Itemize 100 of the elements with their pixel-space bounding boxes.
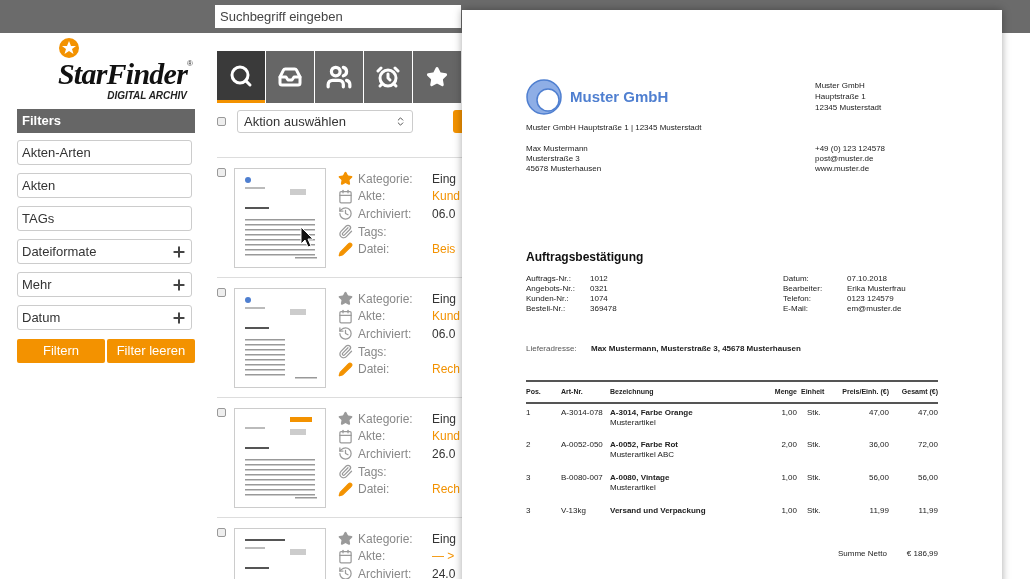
info-label: Bearbeiter: xyxy=(783,284,824,294)
info-label: Datum: xyxy=(783,274,810,284)
recipient-address-line: Musterstraße 3 xyxy=(526,154,581,164)
action-select[interactable]: Aktion auswählen xyxy=(237,110,413,133)
clock-icon xyxy=(338,446,353,462)
contact-line: www.muster.de xyxy=(815,164,871,174)
field-label: Kategorie: xyxy=(358,410,414,428)
item-name: A-0052, Farbe Rot xyxy=(610,440,680,450)
sender-address-line: Muster GmbH xyxy=(815,80,866,91)
table-cell: 2 xyxy=(526,436,561,469)
field-label: Akte: xyxy=(358,548,387,566)
table-cell: Stk. xyxy=(797,469,830,502)
table-cell-text: 2,00 xyxy=(780,439,797,451)
table-cell-text: 1,00 xyxy=(780,472,797,484)
filter-item[interactable]: Akten-Arten xyxy=(17,140,192,165)
table-cell-text: 36,00 xyxy=(867,439,889,451)
field-label: Datei: xyxy=(358,361,391,379)
plus-icon xyxy=(171,309,187,326)
registered-mark: ® xyxy=(187,58,193,68)
select-arrows-icon xyxy=(395,116,406,127)
field-value: Eing xyxy=(432,290,457,308)
field-label: Archiviert: xyxy=(358,566,413,579)
document-thumbnail[interactable] xyxy=(234,168,326,268)
document-title: Auftragsbestätigung xyxy=(526,250,645,264)
info-label: Kunden-Nr.: xyxy=(526,294,570,304)
star-icon xyxy=(338,171,353,187)
filter-item[interactable]: Dateiformate xyxy=(17,239,192,264)
table-cell: Stk. xyxy=(797,502,830,535)
pencil-icon xyxy=(338,481,353,497)
field-label: Kategorie: xyxy=(358,530,414,548)
field-link[interactable]: — > xyxy=(432,547,455,566)
row-checkbox[interactable] xyxy=(217,168,226,177)
document-thumbnail[interactable] xyxy=(234,408,326,508)
row-checkbox[interactable] xyxy=(217,528,226,537)
filter-button[interactable]: Filter leeren xyxy=(107,339,195,363)
field-value: Eing xyxy=(432,170,457,188)
field-value: 06.0 xyxy=(432,326,456,343)
field-link[interactable]: Kund xyxy=(432,307,461,326)
table-cell: 3 xyxy=(526,469,561,502)
users-icon xyxy=(326,64,352,90)
field-label: Tags: xyxy=(358,463,388,481)
filter-item[interactable]: Mehr xyxy=(17,272,192,297)
toolbar-tab[interactable] xyxy=(315,51,363,103)
table-cell: 72,00 xyxy=(889,436,938,469)
field-label: Akte: xyxy=(358,308,387,326)
item-name: A-0080, Vintage xyxy=(610,473,671,483)
filter-item[interactable]: TAGs xyxy=(17,206,192,231)
plus-icon xyxy=(171,243,187,260)
delivery-label: Lieferadresse: xyxy=(526,344,578,354)
clock-icon xyxy=(338,206,353,222)
row-checkbox[interactable] xyxy=(217,408,226,417)
star-icon xyxy=(338,411,353,427)
filter-button[interactable]: Filtern xyxy=(17,339,105,363)
field-link[interactable]: Beis xyxy=(432,240,456,259)
info-label: Telefon: xyxy=(783,294,813,304)
sum-value: € 186,99 xyxy=(906,549,938,559)
item-description: Musterartikel xyxy=(610,418,657,428)
field-label: Kategorie: xyxy=(358,170,414,188)
calendar-icon xyxy=(338,548,353,564)
field-label: Tags: xyxy=(358,343,388,361)
toolbar-tab[interactable] xyxy=(413,51,461,103)
select-all-checkbox[interactable] xyxy=(217,117,226,126)
company-logo-icon xyxy=(526,79,564,115)
table-cell-text: 11,99 xyxy=(868,505,889,517)
field-label: Archiviert: xyxy=(358,446,413,463)
table-cell: 1,00 xyxy=(760,403,797,436)
paperclip-icon xyxy=(338,464,353,480)
toolbar-tab[interactable] xyxy=(266,51,314,103)
filter-item[interactable]: Datum xyxy=(17,305,192,330)
alarm-clock-icon xyxy=(376,65,400,89)
contact-line: post@muster.de xyxy=(815,154,875,164)
field-link[interactable]: Rech xyxy=(432,480,460,499)
contact-line: +49 (0) 123 124578 xyxy=(815,144,886,154)
table-cell-text: 1,00 xyxy=(780,505,797,517)
document-thumbnail[interactable] xyxy=(234,288,326,388)
sender-address-line: Hauptstraße 1 xyxy=(815,91,867,102)
field-value: 24.0 xyxy=(432,566,456,579)
star-icon xyxy=(426,66,448,88)
table-cell: 56,00 xyxy=(889,469,938,502)
row-checkbox[interactable] xyxy=(217,288,226,297)
toolbar-tab[interactable] xyxy=(217,51,265,103)
item-name: Versand und Verpackung xyxy=(610,506,707,516)
field-link[interactable]: Kund xyxy=(432,187,461,206)
table-cell: Stk. xyxy=(797,403,830,436)
toolbar-tab[interactable] xyxy=(364,51,412,103)
apply-button[interactable] xyxy=(453,110,462,133)
calendar-icon xyxy=(338,308,353,324)
info-value: 0321 xyxy=(590,284,608,294)
info-value: 07.10.2018 xyxy=(847,274,888,284)
info-value: em@muster.de xyxy=(847,304,902,314)
field-link[interactable]: Kund xyxy=(432,427,461,446)
field-value: 06.0 xyxy=(432,206,456,223)
search-field[interactable]: Suchbegriff eingeben xyxy=(215,5,461,28)
field-label: Kategorie: xyxy=(358,290,414,308)
field-label: Datei: xyxy=(358,481,391,499)
company-logo-text: Muster GmbH xyxy=(570,89,669,105)
field-label: Akte: xyxy=(358,428,387,446)
filter-item[interactable]: Akten xyxy=(17,173,192,198)
field-label: Akte: xyxy=(358,188,387,206)
field-link[interactable]: Rech xyxy=(432,360,460,379)
